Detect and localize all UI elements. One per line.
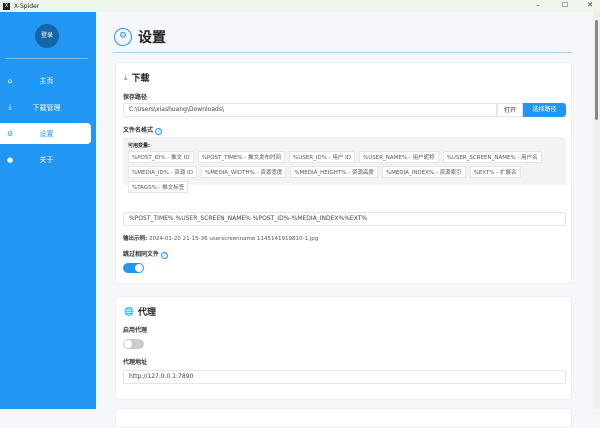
enable-proxy-label: 启用代理	[123, 327, 148, 334]
scrollbar-thumb[interactable]	[595, 20, 598, 120]
minimize-button[interactable]: –	[528, 0, 548, 12]
variable-chip: %USER_NAME% - 用户昵称	[359, 151, 439, 163]
section-title-text: 代理	[137, 308, 156, 318]
scrollbar[interactable]	[593, 12, 600, 409]
section-title: ⤓ 下载	[124, 71, 150, 85]
variable-chip: %USER_SCREEN_NAME% - 用户名	[442, 151, 542, 163]
open-folder-button[interactable]: 打开	[497, 103, 523, 117]
download-icon: ⤓	[124, 72, 128, 82]
toggle-knob	[124, 340, 132, 348]
skip-same-text: 跳过相同文件	[123, 251, 160, 258]
variable-chip: %TAGS% - 推文标签	[128, 181, 189, 193]
variables-title: 可用变量:	[128, 143, 150, 149]
page-header: ⚙ 设置	[114, 27, 166, 47]
login-avatar-button[interactable]: 登录	[35, 24, 59, 48]
variable-chip: %MEDIA_HEIGHT% - 资源高度	[290, 166, 378, 178]
home-icon: ⌂	[7, 76, 13, 85]
variables-panel: 可用变量: %POST_ID% - 推文 ID %POST_TIME% - 推文发…	[123, 137, 566, 193]
section-title-text: 下载	[131, 74, 150, 84]
output-example: 输出示例: 2024-01-20 21-15-36 userscreenname…	[123, 234, 318, 242]
variable-chip: %MEDIA_ID% - 资源 ID	[128, 166, 197, 178]
sidebar-item-label: 设置	[39, 129, 54, 138]
sidebar-item-home[interactable]: ⌂ 主页	[0, 70, 91, 91]
variable-chip: %MEDIA_WIDTH% - 资源宽度	[201, 166, 287, 178]
variable-chip: %USER_ID% - 用户 ID	[289, 151, 356, 163]
filename-format-label: 文件名格式?	[123, 125, 163, 135]
sidebar-item-label: 主页	[39, 76, 54, 85]
section-title: 🌐 代理	[124, 305, 156, 318]
info-icon: ●	[6, 155, 14, 164]
main-content: ⚙ 设置 ⤓ 下载 保存路径 C:\Users\xiashuang\Downloa…	[96, 12, 592, 428]
skip-same-label: 跳过相同文件?	[123, 249, 169, 259]
variable-chip: %MEDIA_INDEX% - 资源索引	[381, 166, 466, 178]
skip-same-toggle[interactable]	[123, 263, 144, 273]
globe-icon: 🌐	[124, 307, 134, 316]
help-icon[interactable]: ?	[161, 252, 169, 259]
sidebar-item-label: 关于	[39, 155, 54, 164]
sidebar-divider	[5, 58, 88, 59]
header-divider	[113, 52, 573, 53]
variable-chip: %POST_TIME% - 推文发布时间	[197, 151, 286, 163]
filename-format-text: 文件名格式	[123, 127, 154, 134]
proxy-address-label: 代理地址	[123, 359, 148, 366]
variable-chip: %EXT% - 扩展名	[469, 166, 521, 178]
gear-icon: ⚙	[114, 28, 132, 46]
close-button[interactable]: ✕	[580, 0, 600, 12]
save-path-input[interactable]: C:\Users\xiashuang\Downloads\	[123, 103, 497, 117]
sidebar-item-settings[interactable]: ⚙ 设置	[0, 123, 91, 144]
help-icon[interactable]: ?	[155, 128, 163, 135]
variable-chips: %POST_ID% - 推文 ID %POST_TIME% - 推文发布时间 %US…	[128, 151, 561, 193]
enable-proxy-toggle[interactable]	[123, 339, 144, 349]
filename-format-input[interactable]: %POST_TIME% %USER_SCREEN_NAME% %POST_ID%…	[123, 212, 566, 226]
save-path-label: 保存路径	[123, 94, 148, 101]
proxy-address-input[interactable]: http://127.0.0.1:7890	[123, 370, 566, 384]
title-bar: X X-Spider – ☐ ✕	[0, 0, 600, 12]
sidebar-item-about[interactable]: ● 关于	[0, 149, 91, 170]
example-label: 输出示例:	[123, 236, 148, 242]
toggle-knob	[135, 264, 143, 272]
next-card	[115, 408, 572, 428]
variable-chip: %POST_ID% - 推文 ID	[128, 151, 194, 163]
app-logo: X	[3, 2, 10, 10]
maximize-button[interactable]: ☐	[555, 0, 575, 12]
download-icon: ⤓	[8, 103, 12, 111]
app-title: X-Spider	[14, 2, 40, 10]
sidebar-item-downloads[interactable]: ⤓ 下载管理	[0, 97, 91, 118]
page-title: 设置	[138, 30, 166, 46]
example-value: 2024-01-20 21-15-36 userscreenname 11451…	[148, 236, 319, 242]
proxy-card: 🌐 代理 启用代理 代理地址 http://127.0.0.1:7890	[115, 296, 572, 400]
gear-icon: ⚙	[6, 129, 14, 138]
sidebar-item-label: 下载管理	[32, 103, 61, 112]
sidebar: 登录 ⌂ 主页 ⤓ 下载管理 ⚙ 设置 ● 关于	[0, 12, 96, 409]
choose-path-button[interactable]: 选择路径	[523, 103, 566, 117]
download-card: ⤓ 下载 保存路径 C:\Users\xiashuang\Downloads\ 打…	[115, 62, 572, 284]
